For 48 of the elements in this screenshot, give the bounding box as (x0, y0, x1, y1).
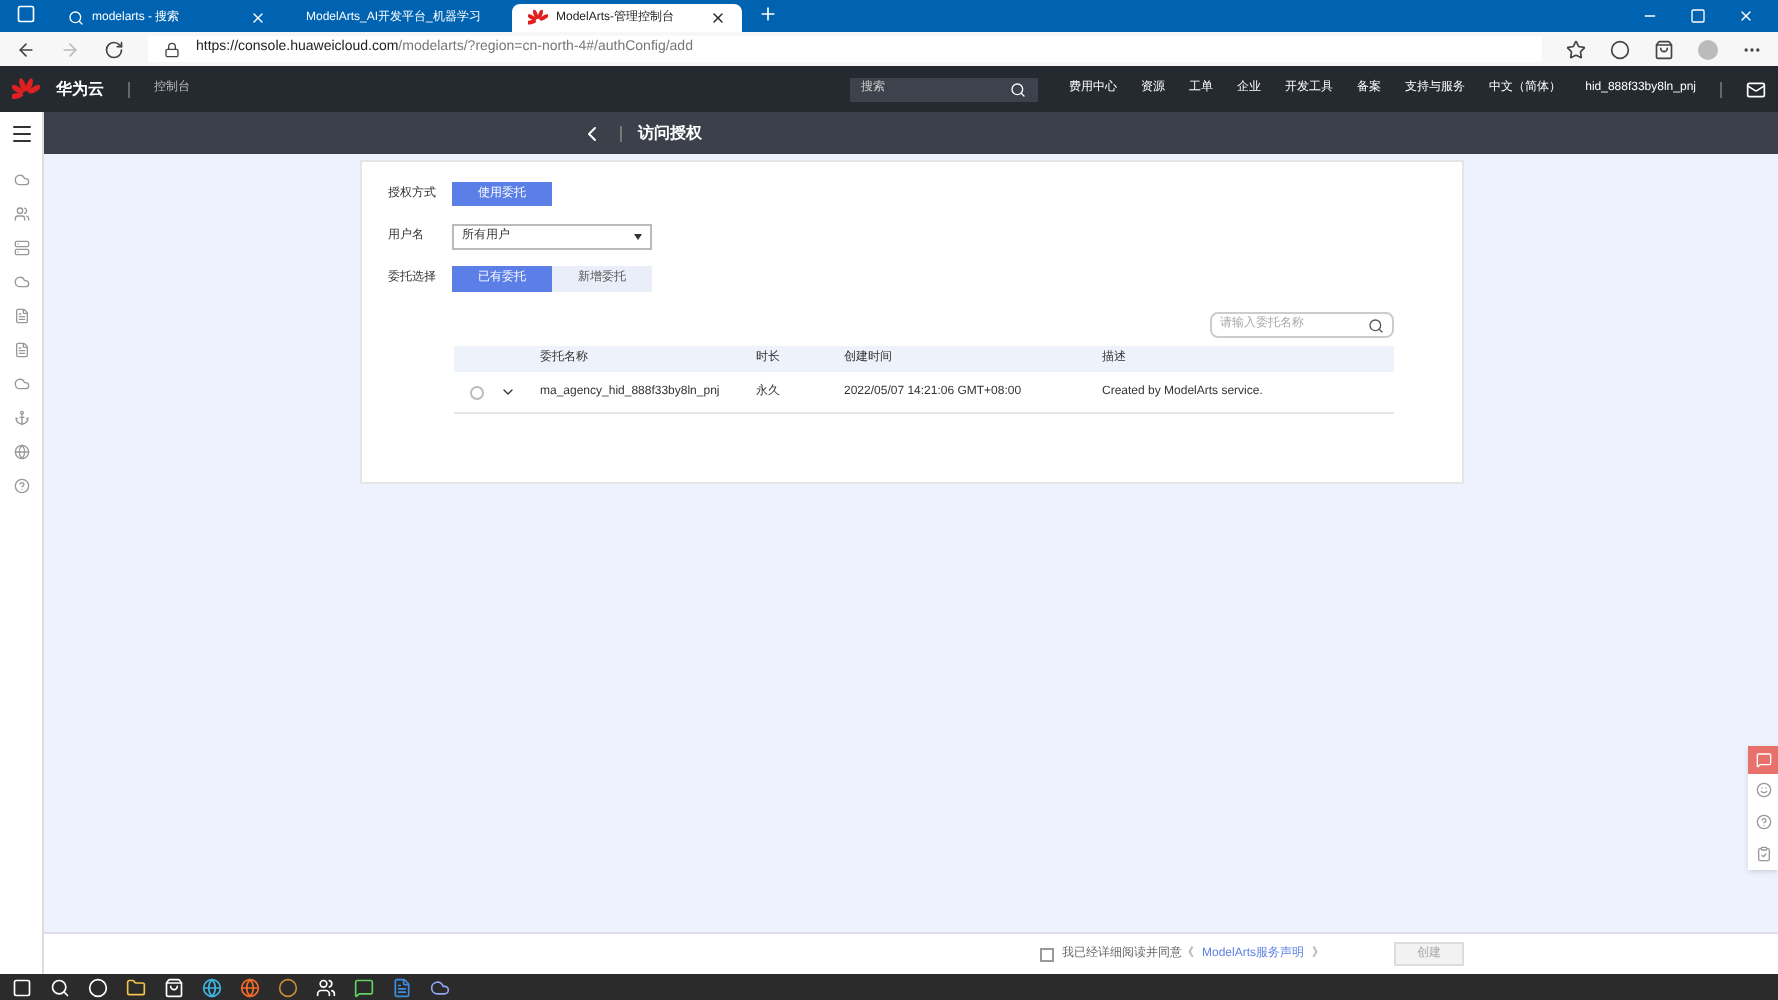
caret-icon (634, 233, 642, 239)
toolbar-icon[interactable] (1755, 782, 1771, 798)
sidebar-service-icon[interactable] (13, 444, 29, 460)
browser-icon[interactable] (240, 977, 260, 997)
toolbar-icon[interactable] (1755, 814, 1771, 830)
sidebar-service-icon[interactable] (13, 274, 29, 290)
sidebar-service-icon[interactable] (13, 206, 29, 222)
close-icon[interactable] (710, 10, 726, 26)
new-tab-icon[interactable] (758, 4, 778, 24)
page-title: 访问授权 (638, 121, 702, 145)
sidebar-service-icon[interactable] (13, 478, 29, 494)
toolbar-icon[interactable] (1755, 846, 1771, 862)
row-radio[interactable] (470, 385, 484, 399)
sidebar-service-icon[interactable] (13, 376, 29, 392)
search-icon (68, 10, 84, 26)
sidebar-service-icon[interactable] (13, 172, 29, 188)
chat-icon[interactable] (316, 977, 336, 997)
sidebar-service-icon[interactable] (13, 410, 29, 426)
reload-icon[interactable] (104, 39, 124, 59)
store-icon[interactable] (164, 977, 184, 997)
tab-actions-icon (16, 4, 36, 24)
flower-logo-icon (528, 8, 548, 28)
sidebar-service-icon[interactable] (13, 342, 29, 358)
app-icon[interactable] (430, 977, 450, 997)
search-icon[interactable] (50, 977, 70, 997)
browser-icon[interactable] (202, 977, 222, 997)
sidebar-service-icon[interactable] (13, 308, 29, 324)
favorite-icon[interactable] (1566, 39, 1586, 59)
flower-logo-icon (12, 75, 40, 103)
restore-icon[interactable] (1690, 8, 1706, 24)
feedback-icon[interactable] (1755, 752, 1771, 768)
folder-icon[interactable] (126, 977, 146, 997)
agree-checkbox[interactable] (1039, 947, 1054, 961)
app-icon[interactable] (392, 977, 412, 997)
back-icon[interactable] (16, 39, 36, 59)
start-icon[interactable] (12, 977, 32, 997)
app-icon[interactable] (278, 977, 298, 997)
cortana-icon[interactable] (88, 977, 108, 997)
chat-icon[interactable] (354, 977, 374, 997)
mail-icon[interactable] (1746, 79, 1766, 99)
search-icon (1368, 317, 1384, 333)
expand-icon[interactable] (500, 384, 516, 400)
collections-icon[interactable] (1654, 39, 1674, 59)
brand-name: 华为云 (56, 77, 104, 101)
menu-icon[interactable] (9, 121, 33, 145)
search-icon (1009, 81, 1026, 97)
sidebar-service-icon[interactable] (13, 240, 29, 256)
lock-icon (164, 41, 180, 57)
